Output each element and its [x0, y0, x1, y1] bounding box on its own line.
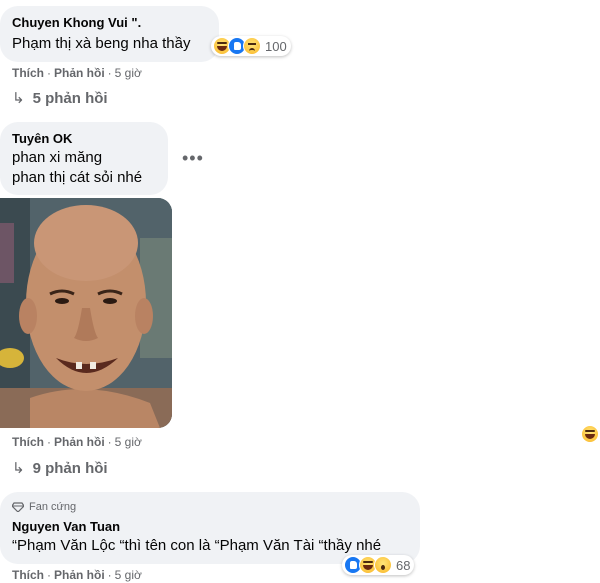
floating-reaction[interactable] [581, 425, 599, 448]
reply-arrow-icon: ↳ [12, 90, 25, 107]
comment-bubble: Tuyên OK phan xi măng phan thị cát sỏi n… [0, 122, 168, 195]
comment-photo[interactable] [0, 198, 172, 428]
comment-time[interactable]: 5 giờ [115, 435, 142, 449]
diamond-icon [12, 502, 24, 512]
reaction-count: 68 [396, 557, 411, 573]
separator: · [107, 568, 112, 582]
comment-bubble: Fan cứng Nguyen Van Tuan “Phạm Văn Lộc “… [0, 492, 420, 564]
view-replies-link[interactable]: ↳ 5 phản hồi [12, 89, 108, 109]
replies-count-label: 9 phản hồi [32, 460, 108, 477]
comment-author[interactable]: Tuyên OK [12, 131, 156, 147]
reply-button[interactable]: Phản hồi [54, 435, 105, 449]
comment-text: “Phạm Văn Lộc “thì tên con là “Phạm Văn … [12, 537, 382, 554]
comment-text-line: phan thị cát sỏi nhé [12, 169, 143, 186]
comment-bubble: Chuyen Khong Vui ". Phạm thị xà beng nha… [0, 6, 219, 62]
replies-count-label: 5 phản hồi [32, 90, 108, 107]
like-button[interactable]: Thích [12, 66, 44, 80]
haha-icon [581, 425, 599, 443]
like-button[interactable]: Thích [12, 568, 44, 582]
reply-arrow-icon: ↳ [12, 460, 25, 477]
comment-time[interactable]: 5 giờ [115, 66, 142, 80]
comment-actions: Thích · Phản hồi · 5 giờ [12, 65, 142, 81]
comment-author[interactable]: Chuyen Khong Vui ". [12, 15, 207, 31]
comment-author[interactable]: Nguyen Van Tuan [12, 519, 408, 535]
reaction-summary[interactable]: 68 [342, 555, 415, 575]
sad-icon [243, 37, 261, 55]
like-button[interactable]: Thích [12, 435, 44, 449]
separator: · [107, 66, 112, 80]
comment-text-line: phan xi măng [12, 149, 103, 166]
reaction-count: 100 [265, 38, 287, 54]
reply-button[interactable]: Phản hồi [54, 66, 105, 80]
separator: · [47, 435, 51, 449]
view-replies-link[interactable]: ↳ 9 phản hồi [12, 459, 108, 479]
separator: · [47, 66, 51, 80]
separator: · [47, 568, 51, 582]
separator: · [107, 435, 112, 449]
comment-actions: Thích · Phản hồi · 5 giờ [12, 434, 142, 450]
more-options-icon[interactable]: ••• [182, 149, 204, 167]
wow-icon [374, 556, 392, 574]
reaction-summary[interactable]: 100 [211, 36, 291, 56]
comment-time[interactable]: 5 giờ [115, 568, 142, 582]
reply-button[interactable]: Phản hồi [54, 568, 105, 582]
fan-badge-label: Fan cứng [29, 501, 77, 513]
fan-badge: Fan cứng [12, 500, 408, 514]
photo-illustration [0, 198, 172, 428]
comment-text: Phạm thị xà beng nha thầy [12, 35, 191, 52]
